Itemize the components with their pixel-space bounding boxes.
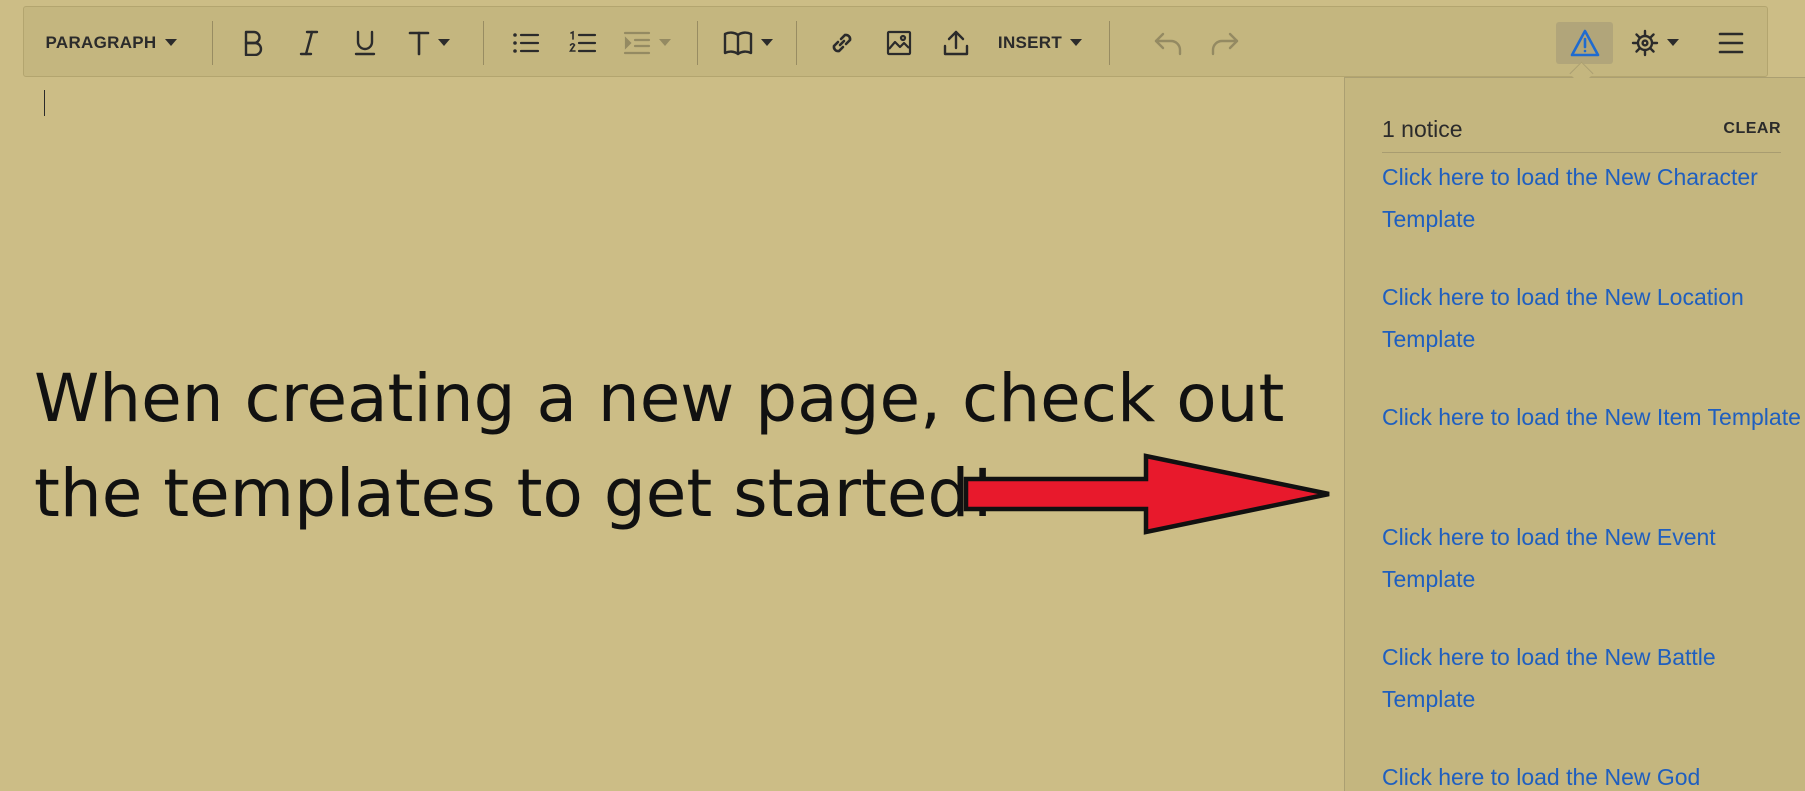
link-button[interactable]: [821, 7, 863, 78]
chevron-down-icon: [1070, 39, 1083, 46]
image-button[interactable]: [878, 7, 920, 78]
paragraph-dropdown-label: PARAGRAPH: [45, 32, 157, 52]
toolbar-separator: [796, 21, 797, 65]
text-cursor: [44, 90, 45, 116]
chevron-down-icon: [438, 39, 450, 46]
bullet-list-icon: [513, 32, 540, 53]
load-battle-template-link[interactable]: Click here to load the New Battle Templa…: [1382, 636, 1802, 720]
toolbar-separator: [483, 21, 484, 65]
upload-button[interactable]: [935, 7, 977, 78]
hamburger-menu-icon: [1718, 32, 1744, 53]
book-dropdown[interactable]: [718, 7, 778, 78]
italic-icon: [299, 30, 319, 55]
warning-icon: [1570, 29, 1599, 57]
insert-dropdown[interactable]: INSERT: [986, 7, 1094, 78]
load-god-template-link[interactable]: Click here to load the New God: [1382, 756, 1802, 791]
bold-icon: [244, 30, 263, 56]
notices-panel: 1 notice CLEAR Click here to load the Ne…: [1344, 77, 1805, 791]
chevron-down-icon: [1667, 39, 1679, 46]
notice-count: 1 notice: [1382, 116, 1463, 142]
underline-icon: [354, 30, 376, 55]
undo-button[interactable]: [1147, 7, 1189, 78]
bullet-list-button[interactable]: [505, 7, 547, 78]
load-character-template-link[interactable]: Click here to load the New Character Tem…: [1382, 156, 1802, 240]
toolbar-separator: [697, 21, 698, 65]
load-location-template-link[interactable]: Click here to load the New Location Temp…: [1382, 276, 1802, 360]
notices-header: 1 notice CLEAR: [1382, 116, 1781, 153]
toolbar-separator: [1109, 21, 1110, 65]
upload-icon: [943, 30, 969, 55]
numbered-list-icon: [569, 30, 597, 52]
text-size-dropdown[interactable]: [401, 7, 457, 78]
load-item-template-link[interactable]: Click here to load the New Item Template: [1382, 396, 1802, 438]
redo-icon: [1211, 32, 1239, 55]
menu-button[interactable]: [1710, 7, 1752, 78]
book-icon: [723, 30, 753, 55]
load-event-template-link[interactable]: Click here to load the New Event Templat…: [1382, 516, 1802, 600]
underline-button[interactable]: [345, 7, 385, 78]
red-arrow-graphic: [963, 453, 1330, 535]
settings-dropdown[interactable]: [1627, 7, 1683, 78]
text-size-icon: [408, 31, 430, 55]
indent-dropdown[interactable]: [618, 7, 676, 78]
toolbar-separator: [212, 21, 213, 65]
paragraph-format-dropdown[interactable]: PARAGRAPH: [45, 7, 177, 78]
editor-page: PARAGRAPH INSERT When creating a new pag…: [0, 0, 1805, 791]
bold-button[interactable]: [233, 7, 273, 78]
redo-button[interactable]: [1204, 7, 1246, 78]
indent-icon: [623, 31, 651, 54]
chevron-down-icon: [659, 39, 671, 46]
insert-dropdown-label: INSERT: [997, 32, 1063, 52]
image-icon: [886, 30, 912, 55]
gear-icon: [1631, 29, 1659, 56]
link-icon: [832, 33, 852, 52]
chevron-down-icon: [164, 39, 177, 46]
notices-button[interactable]: [1556, 22, 1613, 64]
clear-notices-button[interactable]: CLEAR: [1723, 120, 1781, 138]
undo-icon: [1154, 32, 1182, 55]
editor-toolbar: PARAGRAPH INSERT: [23, 6, 1768, 77]
chevron-down-icon: [761, 39, 773, 46]
italic-button[interactable]: [289, 7, 329, 78]
numbered-list-button[interactable]: [562, 7, 604, 78]
